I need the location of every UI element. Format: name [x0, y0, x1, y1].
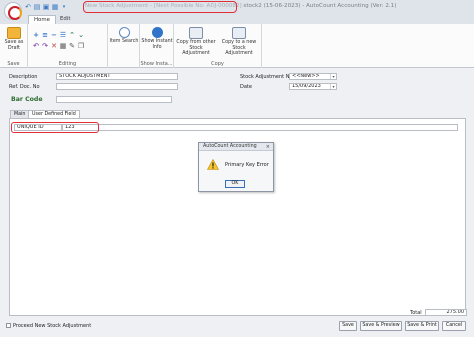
save-icon[interactable]: ▣: [42, 3, 50, 11]
ribbon-group-save: Save as Draft Save: [0, 24, 28, 68]
app-logo-icon[interactable]: [4, 2, 22, 20]
adjustment-no-value: <<New>>: [292, 73, 320, 79]
customize-toolbar-icon[interactable]: ▾: [60, 3, 68, 11]
tab-edit[interactable]: Edit: [55, 15, 75, 24]
ribbon-group-instant-info: Show Instant Info Show Insta...: [140, 24, 174, 68]
save-print-button[interactable]: Save & Print: [405, 321, 439, 331]
ref-doc-label: Ref. Doc. No: [9, 84, 40, 90]
total-value: 275.00: [425, 309, 467, 316]
draft-icon: [7, 27, 21, 39]
copy-to-new-label: Copy to a new Stock Adjustment: [221, 40, 257, 57]
document-form: Description STOCK ADJUSTMENT Ref. Doc. N…: [0, 68, 474, 337]
info-icon: [151, 27, 163, 38]
insert-row-icon[interactable]: ≡: [41, 31, 49, 39]
magnifier-icon: [118, 27, 130, 38]
ribbon-group-label: Show Insta...: [140, 61, 173, 67]
ok-button[interactable]: OK: [225, 180, 245, 188]
undo-edit-icon[interactable]: ↶: [32, 42, 40, 50]
tab-main[interactable]: Main: [10, 110, 30, 118]
date-value: 15/09/2023: [292, 83, 321, 89]
chevron-down-icon[interactable]: ▾: [330, 84, 336, 89]
date-label: Date: [240, 84, 252, 90]
menu-tab-row: Home Edit: [0, 14, 474, 24]
copy-from-other-label: Copy from other Stock Adjustment: [176, 40, 216, 57]
ref-doc-field[interactable]: [56, 83, 178, 90]
unique-id-field[interactable]: 123: [62, 124, 458, 131]
dialog-title: AutoCount Accounting: [199, 143, 273, 151]
copy-from-icon: [189, 27, 203, 39]
remove-row-icon[interactable]: −: [50, 31, 58, 39]
print-icon[interactable]: ▤: [33, 3, 41, 11]
ribbon-group-search: Item Search: [108, 24, 140, 68]
item-search-button[interactable]: Item Search: [109, 27, 139, 45]
save-as-draft-button[interactable]: Save as Draft: [3, 27, 25, 51]
list-icon[interactable]: ☰: [59, 31, 67, 39]
tab-home[interactable]: Home: [28, 15, 56, 24]
udf-highlight-ring: [11, 122, 99, 133]
warning-icon: [207, 159, 219, 170]
save-as-draft-label: Save as Draft: [4, 40, 24, 51]
adjustment-no-field[interactable]: <<New>> ▾: [289, 73, 337, 80]
delete-icon[interactable]: ✕: [50, 42, 58, 50]
error-dialog: AutoCount Accounting × Primary Key Error…: [198, 142, 274, 192]
ribbon-group-label: Save: [7, 61, 20, 67]
table-icon[interactable]: ▦: [59, 42, 67, 50]
tab-user-defined-field[interactable]: User Defined Field: [28, 110, 80, 118]
ribbon-group-editing: + ≡ − ☰ ⌃ ⌄ ↶ ↷ ✕ ▦ ✎ ❐ Editing: [28, 24, 108, 68]
barcode-label: Bar Code: [11, 96, 43, 103]
adjustment-no-label: Stock Adjustment No: [240, 74, 293, 80]
copy-from-other-button[interactable]: Copy from other Stock Adjustment: [176, 27, 216, 57]
description-label: Description: [9, 74, 38, 80]
copy-to-new-button[interactable]: Copy to a new Stock Adjustment: [218, 27, 260, 57]
date-field[interactable]: 15/09/2023 ▾: [289, 83, 337, 90]
show-instant-info-label: Show Instant Info: [141, 39, 173, 50]
dialog-message: Primary Key Error: [225, 162, 269, 168]
save-button[interactable]: Save: [339, 321, 357, 331]
close-icon[interactable]: ×: [266, 143, 270, 151]
item-search-label: Item Search: [109, 39, 139, 44]
save-preview-button[interactable]: Save & Preview: [360, 321, 402, 331]
move-up-icon[interactable]: ⌃: [68, 31, 76, 39]
calculator-icon[interactable]: ▦: [51, 3, 59, 11]
show-instant-info-button[interactable]: Show Instant Info: [141, 27, 173, 50]
window-title-app: stock2 (15-06-2023) - AutoCount Accounti…: [241, 3, 397, 9]
edit-icon[interactable]: ✎: [68, 42, 76, 50]
copy-row-icon[interactable]: ❐: [77, 42, 85, 50]
move-down-icon[interactable]: ⌄: [77, 31, 85, 39]
proceed-new-label: Proceed New Stock Adjustment: [13, 323, 92, 329]
ribbon-group-copy: Copy from other Stock Adjustment Copy to…: [174, 24, 262, 68]
title-bar: ↶ ▤ ▣ ▦ ▾ New Stock Adjustment - [Next P…: [0, 0, 474, 14]
title-highlight-ring: [83, 1, 237, 13]
total-label: Total: [410, 310, 422, 316]
add-row-icon[interactable]: +: [32, 31, 40, 39]
proceed-new-checkbox[interactable]: [6, 323, 11, 328]
redo-edit-icon[interactable]: ↷: [41, 42, 49, 50]
copy-to-icon: [232, 27, 246, 39]
ribbon-group-label: Copy: [211, 61, 224, 67]
ribbon-group-label: Editing: [58, 61, 77, 67]
undo-icon[interactable]: ↶: [24, 3, 32, 11]
description-field[interactable]: STOCK ADJUSTMENT: [56, 73, 178, 80]
barcode-field[interactable]: [56, 96, 172, 103]
chevron-down-icon[interactable]: ▾: [330, 74, 336, 79]
cancel-button[interactable]: Cancel: [442, 321, 466, 331]
ribbon: Save as Draft Save + ≡ − ☰ ⌃ ⌄ ↶ ↷ ✕ ▦ ✎…: [0, 24, 474, 68]
